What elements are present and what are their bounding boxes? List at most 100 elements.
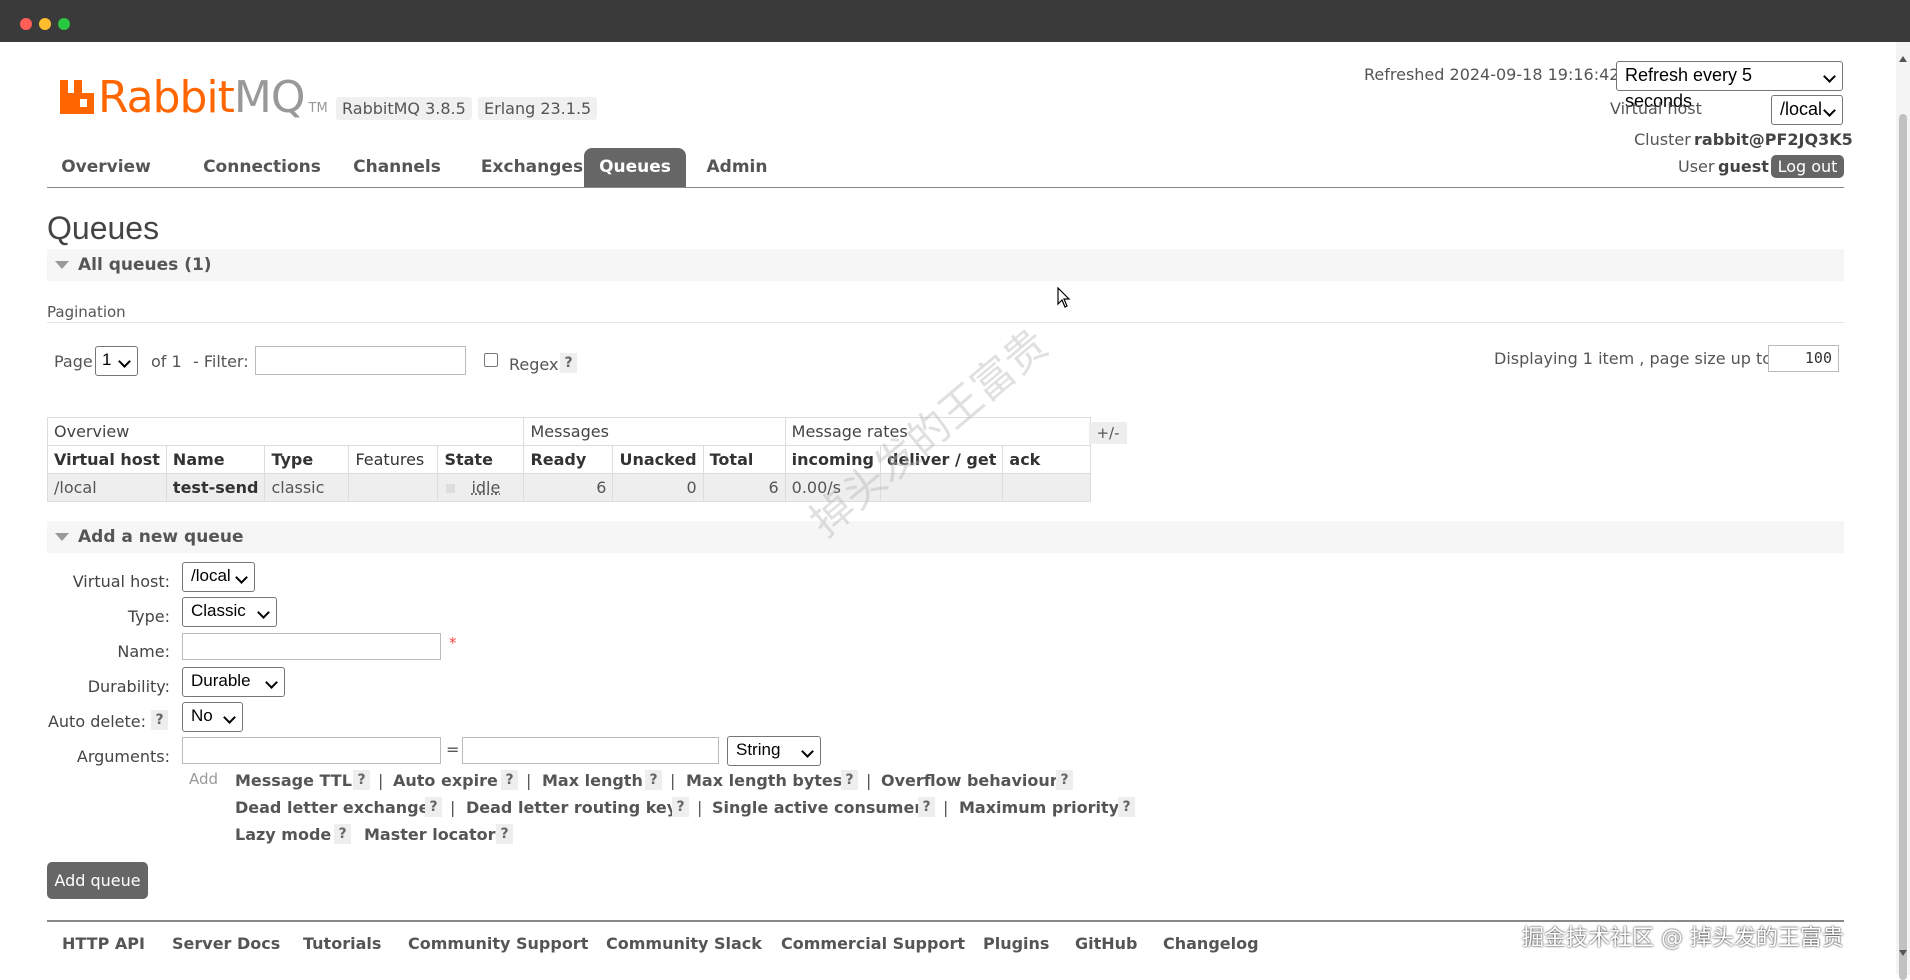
auto-delete-select[interactable]: No bbox=[182, 702, 243, 732]
page-label: Page bbox=[54, 352, 93, 371]
durability-label: Durability: bbox=[87, 677, 170, 696]
separator: | bbox=[378, 771, 384, 790]
queue-name-input[interactable] bbox=[182, 633, 441, 660]
refreshed-timestamp: Refreshed 2024-09-18 19:16:42 bbox=[1364, 65, 1620, 84]
footer-link-commercial-support[interactable]: Commercial Support bbox=[781, 934, 965, 953]
filter-input[interactable] bbox=[255, 346, 466, 375]
add-queue-button[interactable]: Add queue bbox=[47, 862, 148, 899]
argument-equals: = bbox=[446, 740, 460, 759]
logo-text-mq: MQ bbox=[233, 72, 306, 123]
tab-queues[interactable]: Queues bbox=[584, 148, 686, 187]
argument-value-input[interactable] bbox=[462, 737, 719, 764]
type-select[interactable]: Classic bbox=[182, 597, 277, 627]
col-virtual-host[interactable]: Virtual host bbox=[47, 445, 167, 474]
arg-link-message-ttl[interactable]: Message TTL bbox=[235, 771, 352, 790]
page-title: Queues bbox=[47, 210, 160, 246]
vhost-select[interactable]: /local bbox=[1771, 95, 1843, 125]
footer-link-changelog[interactable]: Changelog bbox=[1163, 934, 1259, 953]
col-total[interactable]: Total bbox=[702, 445, 786, 474]
argument-key-input[interactable] bbox=[182, 737, 441, 764]
logo-text-rabbit: Rabbit bbox=[98, 72, 235, 123]
footer-link-community-slack[interactable]: Community Slack bbox=[606, 934, 762, 953]
auto-delete-help-icon[interactable]: ? bbox=[151, 710, 168, 730]
auto-expire-help-icon[interactable]: ? bbox=[501, 770, 518, 790]
cell-ack bbox=[1002, 473, 1092, 502]
arg-link-max-length-bytes[interactable]: Max length bytes bbox=[686, 771, 842, 790]
cell-type: classic bbox=[264, 473, 350, 502]
vhost-label: Virtual host bbox=[1610, 99, 1702, 118]
all-queues-section-header[interactable]: All queues (1) bbox=[47, 249, 1844, 281]
filter-label: - Filter: bbox=[193, 352, 249, 371]
footer-link-plugins[interactable]: Plugins bbox=[983, 934, 1049, 953]
argument-type-select[interactable]: String bbox=[727, 736, 821, 766]
arg-link-dead-letter-routing-key[interactable]: Dead letter routing key bbox=[466, 798, 677, 817]
arg-link-overflow-behaviour[interactable]: Overflow behaviour bbox=[881, 771, 1058, 790]
arg-link-master-locator[interactable]: Master locator bbox=[364, 825, 496, 844]
footer-link-server-docs[interactable]: Server Docs bbox=[172, 934, 280, 953]
tab-exchanges[interactable]: Exchanges bbox=[462, 148, 602, 187]
regex-help-icon[interactable]: ? bbox=[560, 353, 577, 373]
scroll-up-icon[interactable] bbox=[1899, 56, 1907, 62]
table-row[interactable]: /local test-send classic idle 6 0 6 0.00… bbox=[47, 473, 1092, 502]
page-size-input[interactable]: 100 bbox=[1768, 345, 1839, 372]
arg-link-single-active-consumer[interactable]: Single active consumer bbox=[712, 798, 922, 817]
single-active-consumer-help-icon[interactable]: ? bbox=[918, 797, 935, 817]
maximum-priority-help-icon[interactable]: ? bbox=[1118, 797, 1135, 817]
rabbit-logo-icon bbox=[60, 80, 94, 114]
arg-link-max-length[interactable]: Max length bbox=[542, 771, 643, 790]
col-state[interactable]: State bbox=[437, 445, 525, 474]
maximize-window-button[interactable] bbox=[58, 18, 70, 30]
column-toggle-button[interactable]: +/- bbox=[1089, 422, 1127, 444]
separator: | bbox=[943, 798, 949, 817]
lazy-mode-help-icon[interactable]: ? bbox=[334, 824, 351, 844]
arg-link-dead-letter-exchange[interactable]: Dead letter exchange bbox=[235, 798, 429, 817]
col-ready[interactable]: Ready bbox=[523, 445, 614, 474]
dead-letter-routing-key-help-icon[interactable]: ? bbox=[672, 797, 689, 817]
col-type[interactable]: Type bbox=[264, 445, 350, 474]
overflow-behaviour-help-icon[interactable]: ? bbox=[1056, 770, 1073, 790]
regex-checkbox[interactable] bbox=[484, 353, 498, 367]
col-unacked[interactable]: Unacked bbox=[612, 445, 704, 474]
arg-link-maximum-priority[interactable]: Maximum priority bbox=[959, 798, 1119, 817]
cell-unacked: 0 bbox=[612, 473, 704, 502]
tab-admin[interactable]: Admin bbox=[697, 148, 777, 187]
group-overview: Overview bbox=[46, 417, 525, 446]
tab-connections[interactable]: Connections bbox=[187, 148, 337, 187]
dead-letter-exchange-help-icon[interactable]: ? bbox=[425, 797, 442, 817]
arg-link-auto-expire[interactable]: Auto expire bbox=[393, 771, 498, 790]
all-queues-title: All queues (1) bbox=[78, 255, 212, 275]
refresh-interval-select[interactable]: Refresh every 5 seconds bbox=[1616, 61, 1843, 111]
cell-features bbox=[348, 473, 439, 502]
tab-channels[interactable]: Channels bbox=[332, 148, 462, 187]
max-length-bytes-help-icon[interactable]: ? bbox=[841, 770, 858, 790]
tab-overview[interactable]: Overview bbox=[47, 148, 165, 187]
scrollbar[interactable] bbox=[1896, 42, 1910, 980]
add-queue-section-header[interactable]: Add a new queue bbox=[47, 521, 1844, 553]
col-ack[interactable]: ack bbox=[1002, 445, 1092, 474]
footer-link-http-api[interactable]: HTTP API bbox=[62, 934, 145, 953]
minimize-window-button[interactable] bbox=[39, 18, 51, 30]
virtual-host-label: Virtual host: bbox=[72, 572, 170, 591]
footer-link-tutorials[interactable]: Tutorials bbox=[303, 934, 381, 953]
max-length-help-icon[interactable]: ? bbox=[645, 770, 662, 790]
queue-name-link[interactable]: test-send bbox=[165, 473, 266, 502]
arg-link-lazy-mode[interactable]: Lazy mode bbox=[235, 825, 331, 844]
scrollbar-thumb[interactable] bbox=[1899, 114, 1907, 980]
cell-ready: 6 bbox=[523, 473, 614, 502]
scroll-down-icon[interactable] bbox=[1899, 950, 1907, 956]
divider bbox=[47, 322, 1844, 323]
page-select[interactable]: 1 bbox=[95, 346, 138, 376]
close-window-button[interactable] bbox=[20, 18, 32, 30]
footer-link-github[interactable]: GitHub bbox=[1075, 934, 1138, 953]
col-features: Features bbox=[348, 445, 439, 474]
col-name[interactable]: Name bbox=[165, 445, 266, 474]
add-queue-title: Add a new queue bbox=[78, 527, 244, 547]
collapse-triangle-icon bbox=[55, 533, 69, 541]
footer-link-community-support[interactable]: Community Support bbox=[408, 934, 588, 953]
master-locator-help-icon[interactable]: ? bbox=[496, 824, 513, 844]
main-nav: Overview Connections Channels Exchanges … bbox=[47, 148, 1844, 188]
durability-select[interactable]: Durable bbox=[182, 667, 285, 697]
separator: | bbox=[526, 771, 532, 790]
message-ttl-help-icon[interactable]: ? bbox=[353, 770, 370, 790]
virtual-host-select[interactable]: /local bbox=[182, 562, 255, 592]
